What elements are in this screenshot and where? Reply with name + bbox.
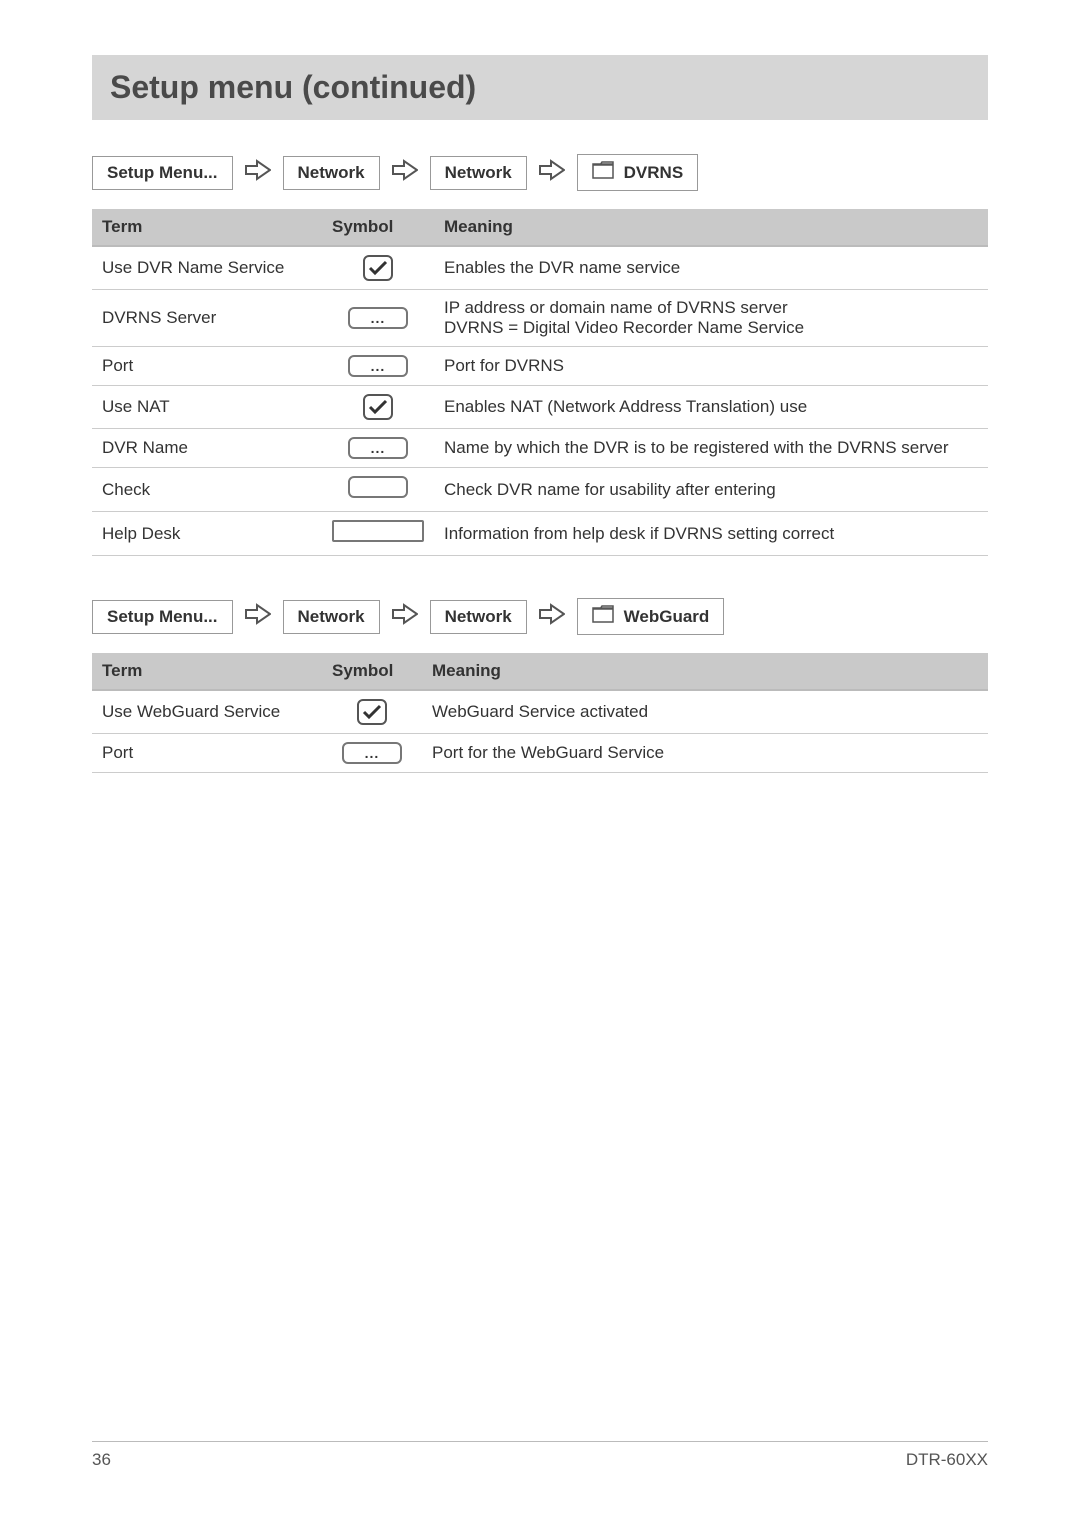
model-label: DTR-60XX (906, 1450, 988, 1470)
cell-meaning: Check DVR name for usability after enter… (434, 468, 988, 512)
breadcrumb-step: Setup Menu... (92, 156, 233, 190)
table-header-row: Term Symbol Meaning (92, 653, 988, 690)
cell-term: Use WebGuard Service (92, 690, 322, 734)
cell-term: Use NAT (92, 386, 322, 429)
table-row: Use WebGuard Service WebGuard Service act… (92, 690, 988, 734)
cell-symbol (322, 512, 434, 556)
cell-meaning: Information from help desk if DVRNS sett… (434, 512, 988, 556)
cell-meaning: IP address or domain name of DVRNS serve… (434, 290, 988, 347)
col-meaning: Meaning (422, 653, 988, 690)
page-number: 36 (92, 1450, 111, 1470)
cell-meaning: Enables the DVR name service (434, 246, 988, 290)
breadcrumb-final-label: DVRNS (624, 163, 684, 183)
table-row: Use DVR Name Service Enables the DVR name… (92, 246, 988, 290)
arrow-right-icon (245, 603, 271, 630)
col-meaning: Meaning (434, 209, 988, 246)
cell-symbol: ... (322, 290, 434, 347)
breadcrumb-step: Network (430, 600, 527, 634)
arrow-right-icon (392, 159, 418, 186)
arrow-right-icon (539, 159, 565, 186)
page-footer: 36 DTR-60XX (92, 1441, 988, 1470)
cell-term: Use DVR Name Service (92, 246, 322, 290)
checkbox-icon (363, 394, 393, 420)
breadcrumb-final: DVRNS (577, 154, 699, 191)
cell-meaning: Enables NAT (Network Address Translation… (434, 386, 988, 429)
ellipsis-button-icon: ... (342, 742, 402, 764)
cell-symbol (322, 690, 422, 734)
cell-meaning: WebGuard Service activated (422, 690, 988, 734)
cell-symbol: ... (322, 429, 434, 468)
cell-symbol: ... (322, 347, 434, 386)
checkbox-icon (363, 255, 393, 281)
arrow-right-icon (392, 603, 418, 630)
table-row: Help Desk Information from help desk if D… (92, 512, 988, 556)
folder-icon (592, 605, 614, 628)
cell-term: Port (92, 734, 322, 773)
table-row: DVRNS Server... IP address or domain name… (92, 290, 988, 347)
breadcrumb-webguard: Setup Menu... Network Network WebGuard (92, 598, 988, 635)
table-webguard: Term Symbol Meaning Use WebGuard Service… (92, 653, 988, 773)
breadcrumb-step: Network (283, 600, 380, 634)
col-symbol: Symbol (322, 209, 434, 246)
page: Setup menu (continued) Setup Menu... Net… (0, 0, 1080, 1532)
cell-symbol: ... (322, 734, 422, 773)
table-row: Port... Port for DVRNS (92, 347, 988, 386)
cell-term: Check (92, 468, 322, 512)
cell-term: Help Desk (92, 512, 322, 556)
col-term: Term (92, 653, 322, 690)
ellipsis-button-icon: ... (348, 307, 408, 329)
col-term: Term (92, 209, 322, 246)
ellipsis-button-icon: ... (348, 355, 408, 377)
wide-button-icon (332, 520, 424, 542)
cell-meaning: Port for DVRNS (434, 347, 988, 386)
table-row: Port... Port for the WebGuard Service (92, 734, 988, 773)
table-header-row: Term Symbol Meaning (92, 209, 988, 246)
breadcrumb-step: Network (430, 156, 527, 190)
table-dvrns: Term Symbol Meaning Use DVR Name Service… (92, 209, 988, 556)
table-row: Check Check DVR name for usability after … (92, 468, 988, 512)
table-row: Use NAT Enables NAT (Network Address Tran… (92, 386, 988, 429)
breadcrumb-step: Network (283, 156, 380, 190)
breadcrumb-dvrns: Setup Menu... Network Network DVRNS (92, 154, 988, 191)
cell-symbol (322, 386, 434, 429)
cell-symbol (322, 246, 434, 290)
cell-term: DVRNS Server (92, 290, 322, 347)
cell-term: Port (92, 347, 322, 386)
breadcrumb-final: WebGuard (577, 598, 725, 635)
arrow-right-icon (245, 159, 271, 186)
cell-meaning: Name by which the DVR is to be registere… (434, 429, 988, 468)
folder-icon (592, 161, 614, 184)
col-symbol: Symbol (322, 653, 422, 690)
breadcrumb-step: Setup Menu... (92, 600, 233, 634)
cell-meaning: Port for the WebGuard Service (422, 734, 988, 773)
arrow-right-icon (539, 603, 565, 630)
cell-symbol (322, 468, 434, 512)
ellipsis-button-icon: ... (348, 437, 408, 459)
breadcrumb-final-label: WebGuard (624, 607, 710, 627)
button-icon (348, 476, 408, 498)
table-row: DVR Name... Name by which the DVR is to b… (92, 429, 988, 468)
checkbox-icon (357, 699, 387, 725)
page-title: Setup menu (continued) (110, 69, 970, 106)
title-band: Setup menu (continued) (92, 55, 988, 120)
cell-term: DVR Name (92, 429, 322, 468)
